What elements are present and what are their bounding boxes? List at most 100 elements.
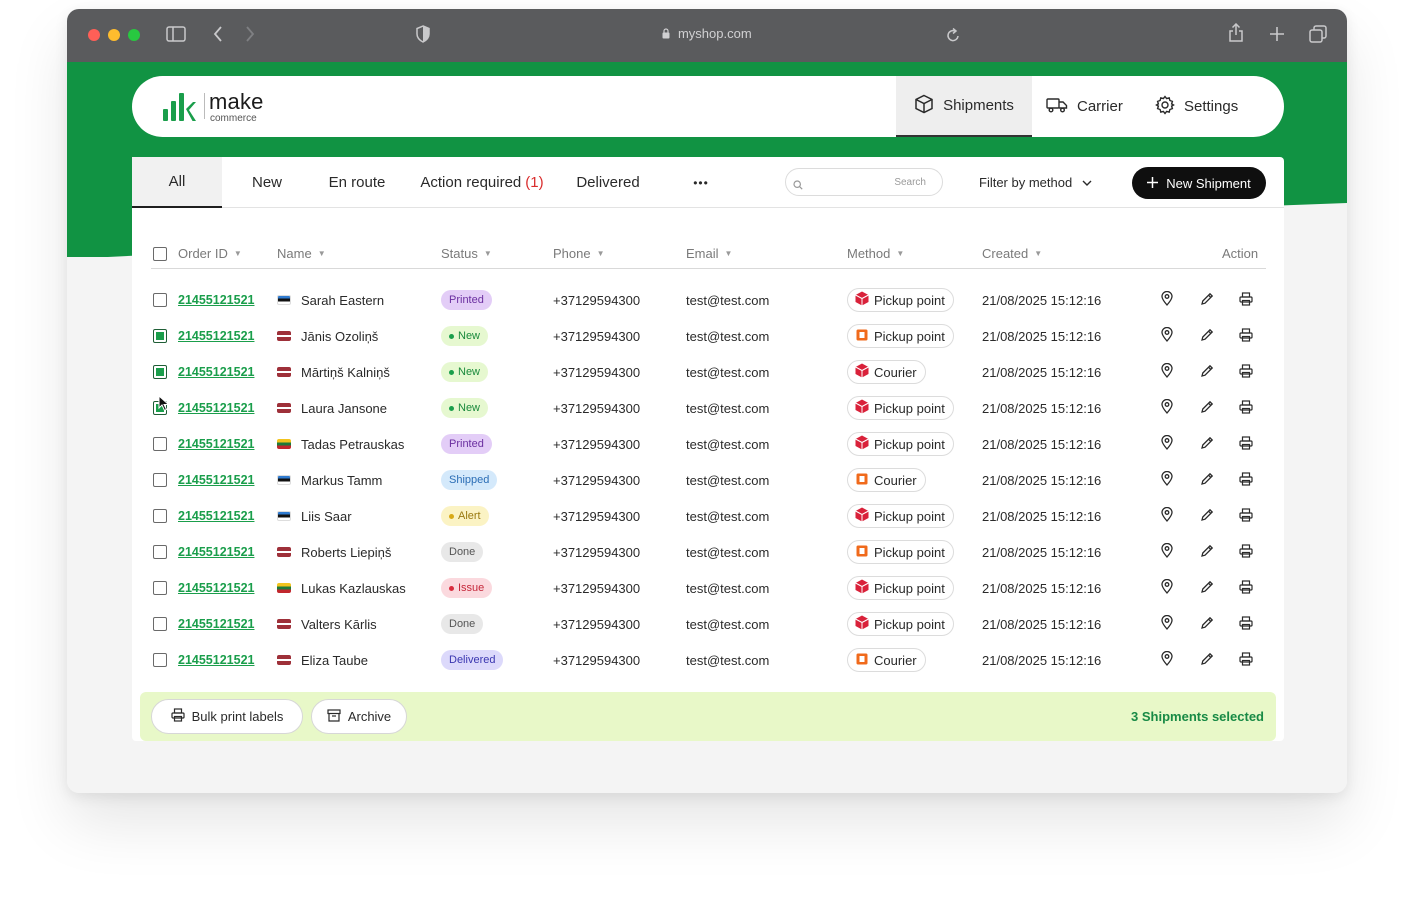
nav-carrier[interactable]: Carrier: [1046, 76, 1123, 137]
forward-icon[interactable]: [244, 25, 256, 48]
tab-en-route[interactable]: En route: [318, 157, 396, 208]
table-row[interactable]: 21455121521 Eliza Taube Delivered +37129…: [151, 642, 1266, 678]
column-method[interactable]: Method ▼: [847, 246, 904, 261]
print-label-button[interactable]: [1239, 282, 1253, 318]
search-input[interactable]: Search: [785, 168, 943, 196]
track-location-button[interactable]: [1161, 282, 1173, 318]
track-location-button[interactable]: [1161, 534, 1173, 570]
order-id-link[interactable]: 21455121521: [178, 401, 254, 415]
row-checkbox[interactable]: [153, 653, 167, 667]
minimize-window-button[interactable]: [108, 29, 120, 41]
edit-button[interactable]: [1200, 498, 1214, 534]
bulk-print-labels-button[interactable]: Bulk print labels: [151, 699, 303, 734]
table-row[interactable]: 21455121521 Tadas Petrauskas Printed +37…: [151, 426, 1266, 462]
edit-button[interactable]: [1200, 462, 1214, 498]
print-label-button[interactable]: [1239, 498, 1253, 534]
select-all-checkbox[interactable]: [153, 247, 167, 261]
sidebar-toggle-icon[interactable]: [166, 25, 186, 48]
column-created[interactable]: Created ▼: [982, 246, 1042, 261]
column-phone[interactable]: Phone ▼: [553, 246, 605, 261]
print-label-button[interactable]: [1239, 318, 1253, 354]
nav-shipments[interactable]: Shipments: [896, 76, 1032, 137]
filter-by-method-dropdown[interactable]: Filter by method: [979, 157, 1092, 208]
edit-button[interactable]: [1200, 534, 1214, 570]
nav-settings[interactable]: Settings: [1155, 76, 1238, 137]
track-location-button[interactable]: [1161, 642, 1173, 678]
table-row[interactable]: 21455121521 Laura Jansone New +371295943…: [151, 390, 1266, 426]
row-checkbox[interactable]: [153, 437, 167, 451]
row-checkbox[interactable]: [153, 545, 167, 559]
new-shipment-button[interactable]: New Shipment: [1132, 167, 1266, 199]
print-label-button[interactable]: [1239, 390, 1253, 426]
order-id-link[interactable]: 21455121521: [178, 581, 254, 595]
tab-all[interactable]: All: [132, 157, 222, 208]
order-id-link[interactable]: 21455121521: [178, 437, 254, 451]
table-row[interactable]: 21455121521 Lukas Kazlauskas Issue +3712…: [151, 570, 1266, 606]
column-order-id[interactable]: Order ID ▼: [178, 246, 242, 261]
print-label-button[interactable]: [1239, 462, 1253, 498]
column-name[interactable]: Name ▼: [277, 246, 326, 261]
more-tabs-button[interactable]: •••: [684, 157, 718, 208]
order-id-link[interactable]: 21455121521: [178, 473, 254, 487]
tab-action-required[interactable]: Action required (1): [412, 157, 552, 208]
column-status[interactable]: Status ▼: [441, 246, 492, 261]
track-location-button[interactable]: [1161, 606, 1173, 642]
print-label-button[interactable]: [1239, 642, 1253, 678]
track-location-button[interactable]: [1161, 354, 1173, 390]
table-row[interactable]: 21455121521 Jānis Ozoliņš New +371295943…: [151, 318, 1266, 354]
edit-button[interactable]: [1200, 282, 1214, 318]
order-id-link[interactable]: 21455121521: [178, 293, 254, 307]
shield-icon[interactable]: [415, 25, 431, 48]
table-row[interactable]: 21455121521 Roberts Liepiņš Done +371295…: [151, 534, 1266, 570]
edit-button[interactable]: [1200, 642, 1214, 678]
edit-button[interactable]: [1200, 318, 1214, 354]
edit-button[interactable]: [1200, 354, 1214, 390]
row-checkbox[interactable]: [153, 293, 167, 307]
order-id-link[interactable]: 21455121521: [178, 617, 254, 631]
order-id-link[interactable]: 21455121521: [178, 545, 254, 559]
share-icon[interactable]: [1228, 22, 1244, 48]
print-label-button[interactable]: [1239, 354, 1253, 390]
maximize-window-button[interactable]: [128, 29, 140, 41]
track-location-button[interactable]: [1161, 570, 1173, 606]
archive-button[interactable]: Archive: [311, 699, 407, 734]
track-location-button[interactable]: [1161, 318, 1173, 354]
print-label-button[interactable]: [1239, 534, 1253, 570]
tab-delivered[interactable]: Delivered: [568, 157, 648, 208]
table-row[interactable]: 21455121521 Markus Tamm Shipped +3712959…: [151, 462, 1266, 498]
print-label-button[interactable]: [1239, 426, 1253, 462]
order-id-link[interactable]: 21455121521: [178, 329, 254, 343]
edit-button[interactable]: [1200, 426, 1214, 462]
table-row[interactable]: 21455121521 Liis Saar Alert +37129594300…: [151, 498, 1266, 534]
edit-button[interactable]: [1200, 606, 1214, 642]
order-id-link[interactable]: 21455121521: [178, 509, 254, 523]
new-tab-icon[interactable]: [1269, 26, 1285, 47]
edit-button[interactable]: [1200, 390, 1214, 426]
close-window-button[interactable]: [88, 29, 100, 41]
track-location-button[interactable]: [1161, 390, 1173, 426]
column-action-label: Action: [1222, 246, 1259, 261]
reload-icon[interactable]: [946, 27, 960, 48]
table-row[interactable]: 21455121521 Sarah Eastern Printed +37129…: [151, 282, 1266, 318]
track-location-button[interactable]: [1161, 462, 1173, 498]
order-id-link[interactable]: 21455121521: [178, 365, 254, 379]
row-checkbox[interactable]: [153, 365, 167, 379]
table-row[interactable]: 21455121521 Valters Kārlis Done +3712959…: [151, 606, 1266, 642]
order-id-link[interactable]: 21455121521: [178, 653, 254, 667]
row-checkbox[interactable]: [153, 617, 167, 631]
print-label-button[interactable]: [1239, 570, 1253, 606]
track-location-button[interactable]: [1161, 498, 1173, 534]
tab-overview-icon[interactable]: [1309, 25, 1327, 48]
row-checkbox[interactable]: [153, 581, 167, 595]
column-email[interactable]: Email ▼: [686, 246, 732, 261]
tab-new[interactable]: New: [236, 157, 298, 208]
row-checkbox[interactable]: [153, 509, 167, 523]
table-row[interactable]: 21455121521 Mārtiņš Kalniņš New +3712959…: [151, 354, 1266, 390]
row-checkbox[interactable]: [153, 473, 167, 487]
row-checkbox[interactable]: [153, 329, 167, 343]
address-bar[interactable]: myshop.com: [607, 26, 807, 41]
print-label-button[interactable]: [1239, 606, 1253, 642]
back-icon[interactable]: [212, 25, 224, 48]
edit-button[interactable]: [1200, 570, 1214, 606]
track-location-button[interactable]: [1161, 426, 1173, 462]
